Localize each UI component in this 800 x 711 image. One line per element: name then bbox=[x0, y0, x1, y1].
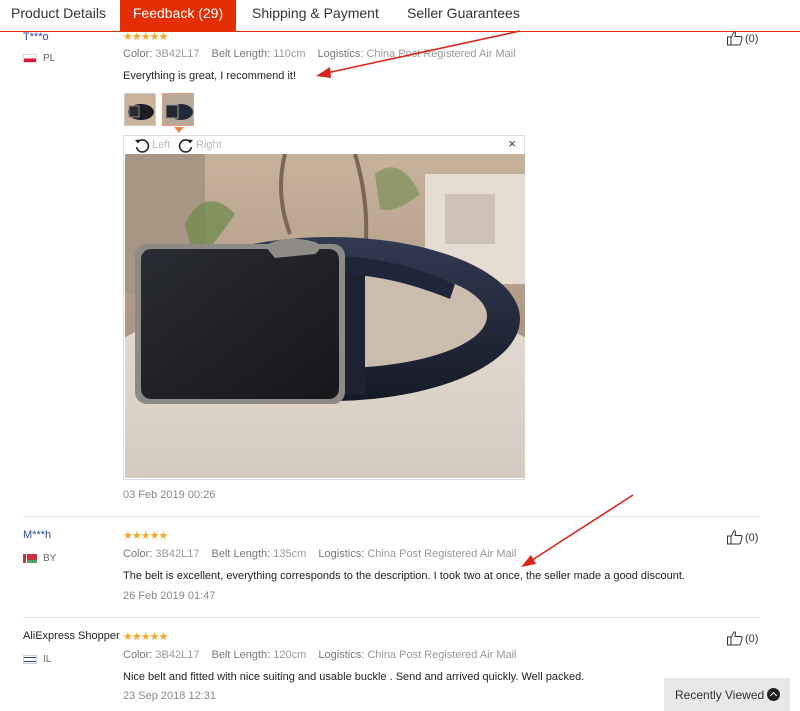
thumbs-up-icon bbox=[727, 31, 743, 46]
logistics-label: Logistics: bbox=[318, 548, 365, 560]
review-date: 03 Feb 2019 00:26 bbox=[123, 489, 216, 501]
logistics-label: Logistics: bbox=[317, 48, 364, 60]
color-value: 3B42L17 bbox=[155, 48, 200, 60]
reviewer-country: BY bbox=[23, 553, 56, 564]
rotate-right-button[interactable]: Right bbox=[178, 137, 222, 153]
review-photo-thumbnail[interactable] bbox=[124, 93, 156, 126]
helpful-count: (0) bbox=[745, 531, 759, 544]
star-rating: ★★★★★ bbox=[123, 530, 168, 542]
helpful-button[interactable]: (0) bbox=[727, 631, 758, 646]
logistics-value: China Post Registered Air Mail bbox=[367, 548, 517, 560]
star-rating: ★★★★★ bbox=[123, 631, 168, 643]
reviewer-name[interactable]: M***h bbox=[23, 529, 51, 541]
country-code: BY bbox=[43, 553, 57, 564]
belt-length-label: Belt Length: bbox=[211, 649, 271, 661]
thumbnail-pointer bbox=[174, 127, 184, 133]
belt-length-label: Belt Length: bbox=[211, 48, 271, 60]
rotate-left-label: Left bbox=[152, 139, 171, 151]
helpful-count: (0) bbox=[745, 32, 759, 45]
color-value: 3B42L17 bbox=[155, 548, 200, 560]
belt-length-value: 120cm bbox=[273, 649, 307, 661]
photo-viewer: Left Right × bbox=[123, 135, 525, 480]
color-value: 3B42L17 bbox=[155, 649, 200, 661]
review-photo-thumbnail-selected[interactable] bbox=[162, 93, 194, 126]
helpful-button[interactable]: (0) bbox=[727, 31, 758, 46]
rotate-left-icon bbox=[135, 139, 150, 153]
reviewer-country: PL bbox=[23, 53, 55, 64]
close-icon[interactable]: × bbox=[508, 136, 516, 151]
reviewer-name[interactable]: T***o bbox=[23, 31, 49, 43]
color-label: Color: bbox=[123, 48, 153, 60]
logistics-label: Logistics: bbox=[318, 649, 365, 661]
thumbs-up-icon bbox=[727, 530, 743, 545]
star-rating: ★★★★★ bbox=[123, 31, 168, 43]
belt-thumbnail-image bbox=[163, 94, 193, 125]
reviewer-name[interactable]: AliExpress Shopper bbox=[23, 630, 120, 642]
review-date: 23 Sep 2018 12:31 bbox=[123, 690, 216, 702]
belt-thumbnail-image bbox=[125, 94, 155, 125]
order-info: Color: 3B42L17 Belt Length: 120cm Logist… bbox=[123, 649, 526, 661]
helpful-button[interactable]: (0) bbox=[727, 530, 758, 545]
thumbs-up-icon bbox=[727, 631, 743, 646]
country-code: PL bbox=[43, 53, 56, 64]
country-code: IL bbox=[43, 654, 52, 665]
belt-length-value: 135cm bbox=[273, 548, 307, 560]
belarus-flag-icon bbox=[23, 554, 37, 563]
poland-flag-icon bbox=[23, 54, 37, 63]
review-item: M***h BY ★★★★★ Color: 3B42L17 Belt Lengt… bbox=[0, 517, 800, 618]
review-photo bbox=[125, 154, 525, 478]
viewer-toolbar: Left Right × bbox=[124, 136, 524, 154]
chevron-up-icon bbox=[767, 688, 780, 701]
logistics-value: China Post Registered Air Mail bbox=[367, 649, 517, 661]
review-text: Nice belt and fitted with nice suiting a… bbox=[123, 671, 585, 683]
belt-length-value: 110cm bbox=[273, 48, 306, 60]
reviewer-country: IL bbox=[23, 654, 51, 665]
recently-viewed-label: Recently Viewed bbox=[675, 687, 765, 702]
review-text: Everything is great, I recommend it! bbox=[123, 70, 297, 82]
color-label: Color: bbox=[123, 548, 153, 560]
review-text: The belt is excellent, everything corres… bbox=[123, 570, 685, 582]
review-item: T***o PL ★★★★★ Color: 3B42L17 Belt Lengt… bbox=[0, 0, 800, 517]
review-date: 26 Feb 2019 01:47 bbox=[123, 590, 216, 602]
color-label: Color: bbox=[123, 649, 153, 661]
belt-photo-image bbox=[125, 154, 525, 478]
recently-viewed-button[interactable]: Recently Viewed bbox=[664, 678, 790, 711]
rotate-right-label: Right bbox=[196, 139, 222, 151]
rotate-right-icon bbox=[178, 139, 193, 153]
helpful-count: (0) bbox=[745, 632, 759, 645]
rotate-left-button[interactable]: Left bbox=[134, 137, 170, 153]
israel-flag-icon bbox=[23, 655, 37, 664]
order-info: Color: 3B42L17 Belt Length: 110cm Logist… bbox=[123, 48, 525, 60]
scrollbar[interactable] bbox=[790, 32, 800, 711]
belt-length-label: Belt Length: bbox=[211, 548, 271, 560]
logistics-value: China Post Registered Air Mail bbox=[366, 48, 516, 60]
order-info: Color: 3B42L17 Belt Length: 135cm Logist… bbox=[123, 548, 526, 560]
